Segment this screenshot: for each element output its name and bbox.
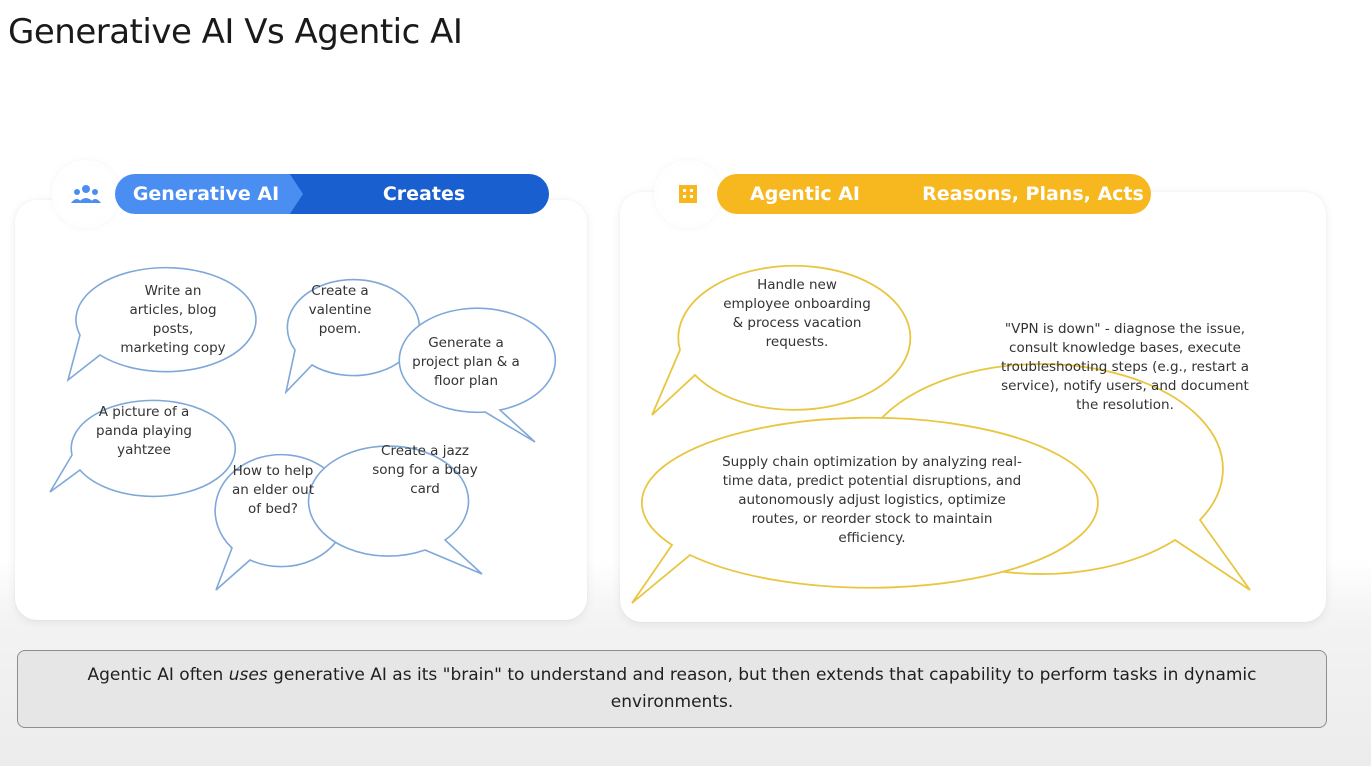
bubble-text-project-plan: Generate a project plan & a floor plan [412,335,520,389]
bubble-text-write-articles: Write an articles, blog posts, marketing… [120,283,226,356]
generative-ai-pill: Generative AI [115,174,303,214]
bubble-text-supply-chain: Supply chain optimization by analyzing r… [722,454,1022,546]
bubble-text-valentine-poem: Create a valentine poem. [308,283,372,337]
page-title: Generative AI Vs Agentic AI [8,12,463,52]
creates-pill: Creates [285,174,549,214]
summary-box: Agentic AI often uses generative AI as i… [17,650,1327,728]
building-icon [659,165,717,223]
bubble-text-jazz-song: Create a jazz song for a bday card [372,443,478,497]
bubble-text-vpn-down: "VPN is down" - diagnose the issue, cons… [1001,321,1249,413]
reasons-plans-acts-pill: Reasons, Plans, Acts [893,174,1151,214]
summary-text: Agentic AI often uses generative AI as i… [87,665,1257,712]
people-group-icon [57,165,115,223]
bubble-text-employee-onboarding: Handle new employee onboarding & process… [723,277,871,350]
generative-header: Creates Generative AI [115,174,549,214]
agentic-ai-pill: Agentic AI [717,174,913,214]
agentic-header: Reasons, Plans, Acts Agentic AI [717,174,1151,214]
bubble-text-help-elder: How to help an elder out of bed? [231,463,314,517]
bubble-text-panda-picture: A picture of a panda playing yahtzee [96,404,192,458]
